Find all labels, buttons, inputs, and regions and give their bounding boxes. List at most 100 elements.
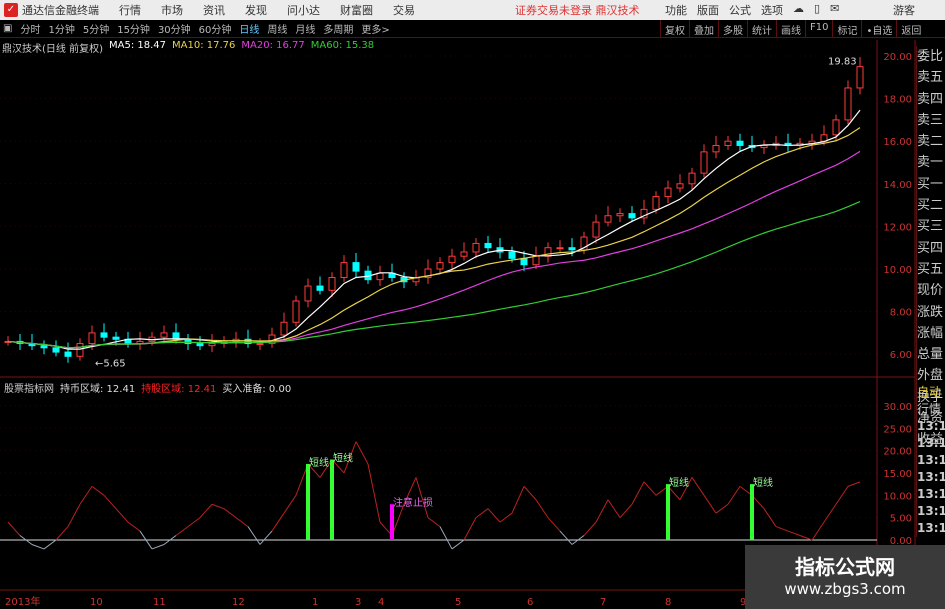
indicator-segment bbox=[787, 530, 801, 536]
candle-body bbox=[196, 343, 204, 347]
ma60-value: MA60: 15.38 bbox=[310, 40, 375, 51]
candle-body bbox=[676, 183, 684, 189]
candle-body bbox=[304, 285, 312, 302]
candle-body bbox=[208, 343, 216, 347]
indicator-segment bbox=[31, 544, 45, 550]
candle-body bbox=[40, 345, 48, 349]
candle-body bbox=[508, 251, 516, 259]
ma10-line bbox=[7, 127, 861, 349]
indicator-tick: 25.00 bbox=[883, 424, 912, 435]
watermark-title: 指标公式网 bbox=[795, 555, 895, 579]
buy-ready-value: 买入准备: 0.00 bbox=[222, 384, 292, 395]
candle-body bbox=[340, 262, 348, 279]
signal-bar bbox=[390, 504, 394, 540]
quote-field: 涨跌 bbox=[917, 304, 944, 320]
indicator-segment bbox=[43, 539, 57, 550]
indicator-segment bbox=[247, 526, 261, 545]
indicator-tick: 5.00 bbox=[890, 514, 912, 525]
indicator-segment bbox=[463, 517, 477, 541]
indicator-segment bbox=[547, 517, 561, 532]
quote-field: 卖二 bbox=[917, 134, 944, 150]
quote-field: 卖五 bbox=[917, 70, 944, 86]
indicator-name[interactable]: 股票指标网 bbox=[4, 380, 54, 395]
indicator-segment bbox=[475, 508, 489, 519]
trade-time: 13:11 bbox=[917, 436, 945, 450]
indicator-segment bbox=[451, 539, 465, 550]
indicator-segment bbox=[595, 499, 609, 523]
auto-label[interactable]: 自动 bbox=[917, 384, 945, 401]
candle-body bbox=[256, 343, 264, 346]
quote-field: 委比 bbox=[917, 49, 944, 64]
indicator-segment bbox=[259, 530, 273, 545]
indicator-segment bbox=[235, 517, 249, 527]
trade-panel: 自动 行情 13:11 13:11 13:11 13:11 13:11 13:11 13:1… bbox=[916, 384, 945, 537]
candle-body bbox=[652, 196, 660, 210]
indicator-tick: 15.00 bbox=[883, 469, 912, 480]
candle-body bbox=[436, 262, 444, 270]
date-tick: 3 bbox=[355, 597, 361, 608]
price-tick: 8.00 bbox=[890, 308, 912, 319]
candle-body bbox=[100, 332, 108, 338]
date-tick: 2013年 bbox=[5, 595, 40, 608]
candle-body bbox=[52, 347, 60, 353]
indicator-segment bbox=[835, 486, 849, 505]
signal-bar bbox=[306, 464, 310, 540]
date-tick: 1 bbox=[312, 597, 318, 608]
date-tick: 5 bbox=[455, 597, 461, 608]
signal-bar bbox=[750, 484, 754, 540]
candle-body bbox=[448, 255, 456, 264]
trade-time: 13:11 bbox=[917, 504, 945, 518]
candle-body bbox=[856, 66, 864, 89]
indicator-segment bbox=[91, 485, 105, 496]
hold-stock-value: 持股区域: 12.41 bbox=[141, 384, 217, 395]
watermark-url: www.zbgs3.com bbox=[784, 580, 906, 598]
quote-field: 买二 bbox=[917, 198, 944, 214]
indicator-segment bbox=[643, 481, 657, 496]
quote-label[interactable]: 行情 bbox=[917, 401, 945, 418]
ma20-value: MA20: 16.77 bbox=[241, 40, 305, 51]
indicator-segment bbox=[127, 521, 141, 532]
candle-body bbox=[532, 255, 540, 266]
indicator-segment bbox=[439, 526, 453, 550]
indicator-segment bbox=[823, 503, 837, 523]
indicator-segment bbox=[67, 504, 81, 527]
candle-body bbox=[592, 221, 600, 238]
indicator-segment bbox=[211, 503, 225, 510]
date-tick: 6 bbox=[527, 597, 533, 608]
candle-body bbox=[712, 144, 720, 153]
indicator-segment bbox=[847, 481, 861, 487]
candle-body bbox=[160, 332, 168, 338]
candle-body bbox=[484, 242, 492, 249]
indicator-segment bbox=[523, 486, 537, 501]
indicator-segment bbox=[427, 517, 441, 527]
candle-body bbox=[280, 321, 288, 336]
price-tick: 10.00 bbox=[883, 265, 912, 276]
quote-field: 涨幅 bbox=[917, 325, 944, 341]
quote-field: 买五 bbox=[917, 261, 944, 277]
date-tick: 12 bbox=[232, 597, 245, 608]
candle-body bbox=[604, 215, 612, 223]
low-price-label: ←5.65 bbox=[95, 359, 126, 370]
candle-body bbox=[844, 87, 852, 121]
indicator-segment bbox=[727, 486, 741, 505]
indicator-segment bbox=[283, 495, 297, 514]
watermark: 指标公式网 www.zbgs3.com bbox=[745, 545, 945, 609]
indicator-segment bbox=[511, 486, 525, 514]
trade-time: 13:11 bbox=[917, 470, 945, 484]
indicator-segment bbox=[811, 521, 825, 541]
candle-body bbox=[64, 351, 72, 357]
quote-field: 买三 bbox=[917, 219, 944, 235]
candle-body bbox=[460, 251, 468, 257]
ma5-line bbox=[7, 109, 861, 350]
kline-chart[interactable]: 20.00 18.00 16.00 14.00 12.00 10.00 8.00 6.00 30… bbox=[0, 0, 945, 609]
candle-body bbox=[736, 140, 744, 146]
candle-body bbox=[76, 343, 84, 357]
candle-body bbox=[112, 336, 120, 340]
quote-field: 买四 bbox=[917, 240, 944, 256]
candle-body bbox=[352, 262, 360, 272]
date-tick: 8 bbox=[665, 597, 671, 608]
indicator-segment bbox=[55, 526, 69, 541]
indicator-segment bbox=[103, 494, 117, 510]
indicator-segment bbox=[367, 463, 381, 523]
indicator-segment bbox=[115, 508, 129, 523]
